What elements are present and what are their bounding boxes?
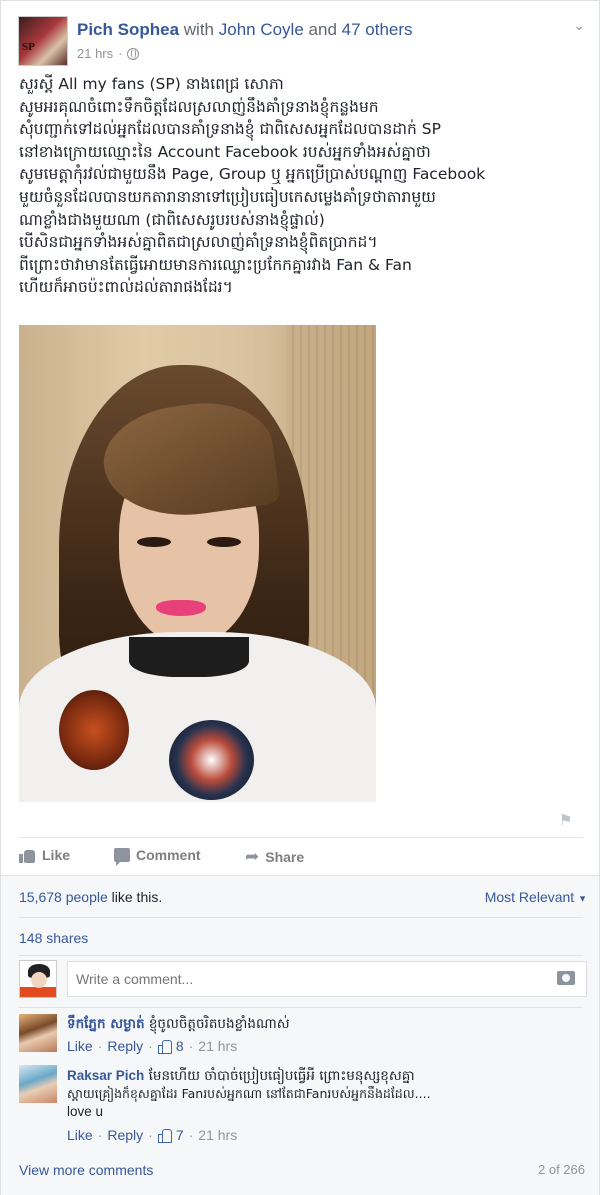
feedback-section (1, 875, 599, 1195)
comment-pager: 2 of 266 (538, 1162, 585, 1177)
chevron-down-icon[interactable]: ⌄ (573, 17, 585, 34)
post-card: SP Pich Sophea with John Coyle and 47 ot… (0, 0, 600, 1195)
comment-meta: Like · Reply · 7 · 21 hrs (67, 1127, 238, 1143)
author-avatar[interactable]: SP (18, 16, 68, 66)
likes-suffix: like this. (107, 889, 163, 905)
avatar-initials: SP (22, 41, 35, 53)
post-text-line: នៅខាងក្រោយឈ្មោះនៃ Account Facebook របស់អ… (19, 142, 431, 161)
camera-icon[interactable] (557, 971, 575, 985)
post-header: Pich Sophea with John Coyle and 47 other… (77, 20, 413, 40)
others-link[interactable]: 47 others (342, 20, 413, 39)
comment-text: ស្តាយគ្រៀងក៏ខុសគ្នាដែរ Fanរបស់អ្នកណា នៅត… (67, 1086, 431, 1101)
comment-icon (114, 848, 130, 866)
flag-icon[interactable]: ⚑ (559, 811, 575, 829)
tagged-user-link[interactable]: John Coyle (219, 20, 304, 39)
divider (19, 955, 583, 956)
commenter-avatar[interactable] (19, 1065, 57, 1103)
post-text-line: ពីព្រោះថាវាមានតែធ្វើអោយមានការឈ្លោះប្រកែក… (19, 255, 412, 274)
and-word: and (308, 20, 337, 39)
comment-label: Comment (136, 847, 201, 863)
post-text-line: ណាខ្លាំងជាងមួយណា (ជាពិសេសរូបរបស់នាងខ្ញុំ… (19, 210, 325, 229)
comment-like-count[interactable]: 7 (176, 1127, 184, 1143)
sort-dropdown[interactable]: Most Relevant ▼ (485, 889, 587, 905)
comment-reply-link[interactable]: Reply (107, 1038, 143, 1054)
comment-input[interactable] (67, 961, 587, 997)
comment-like-count[interactable]: 8 (176, 1038, 184, 1054)
divider (19, 837, 583, 838)
post-photo[interactable] (19, 325, 376, 802)
commenter-name-link[interactable]: ទឹកភ្នែក សម្ងាត់ (67, 1016, 145, 1032)
shares-link[interactable]: 148 shares (19, 930, 88, 946)
post-text-line: សូមអរគុណចំពោះទឹកចិត្តដែលស្រលាញ់នឹងគាំទ្រ… (19, 97, 379, 116)
comment-like-link[interactable]: Like (67, 1038, 93, 1054)
share-label: Share (265, 849, 305, 865)
author-name-link[interactable]: Pich Sophea (77, 20, 179, 39)
likes-summary: 15,678 people like this. (19, 889, 162, 905)
comment-timestamp[interactable]: 21 hrs (198, 1127, 237, 1143)
comment-text: ខ្ញុំចូលចិត្តចរិតបងខ្លាំងណាស់ (144, 1016, 290, 1032)
post-text-line: មួយចំនួនដែលបានយកតារានានាទៅប្រៀបធៀបកេសម្ល… (19, 187, 436, 206)
post-text-line: ហើយក៏អាចប៉ះពាល់ដល់តារាផងដែរ។ (19, 278, 233, 297)
view-more-comments-link[interactable]: View more comments (19, 1162, 153, 1178)
globe-icon[interactable] (127, 47, 140, 60)
post-timestamp[interactable]: 21 hrs (77, 46, 113, 61)
comment-reply-link[interactable]: Reply (107, 1127, 143, 1143)
post-text-line: សុំបញ្ជាក់ទៅដល់អ្នកដែលបានគាំទ្រនាងខ្ញុំ … (19, 120, 441, 139)
post-body: សួរស្តី All my fans (SP) នាងពេជ្រ សោភា ស… (19, 73, 589, 299)
divider (19, 917, 583, 918)
commenter-avatar[interactable] (19, 1014, 57, 1052)
thumbs-up-icon (157, 1040, 172, 1054)
with-word: with (183, 20, 214, 39)
sort-label: Most Relevant (484, 889, 575, 905)
current-user-avatar[interactable] (19, 960, 57, 998)
divider (19, 1007, 583, 1008)
comment-text: love u (67, 1104, 104, 1119)
commenter-name-link[interactable]: Raksar Pich (67, 1068, 144, 1083)
post-text-line: បើសិនជាអ្នកទាំងអស់គ្នាពិតជាស្រលាញ់គាំទ្រ… (19, 233, 378, 252)
like-label: Like (42, 847, 71, 863)
share-arrow-icon: ➦ (245, 847, 260, 866)
comment-body: ទឹកភ្នែក សម្ងាត់ ខ្ញុំចូលចិត្តចរិតបងខ្លា… (67, 1015, 582, 1033)
post-meta: 21 hrs · (77, 46, 140, 61)
like-button[interactable]: Like (19, 847, 70, 863)
share-button[interactable]: ➦ Share (245, 847, 304, 867)
thumbs-up-icon (157, 1129, 172, 1143)
likes-count-link[interactable]: 15,678 people (19, 889, 108, 905)
comment-timestamp[interactable]: 21 hrs (198, 1038, 237, 1054)
comment-like-link[interactable]: Like (67, 1127, 93, 1143)
caret-down-icon: ▼ (578, 893, 587, 904)
comment-text: មែនហើយ ចាំបាច់ប្រៀបធៀបធ្វើអី ព្រោះមនុស្ស… (144, 1068, 415, 1084)
comment-meta: Like · Reply · 8 · 21 hrs (67, 1038, 238, 1054)
comment-body: Raksar Pich មែនហើយ ចាំបាច់ប្រៀបធៀបធ្វើអី… (67, 1067, 582, 1121)
thumbs-up-icon (19, 848, 36, 863)
post-text-line: សួរស្តី All my fans (SP) នាងពេជ្រ សោភា (19, 75, 284, 93)
comment-button[interactable]: Comment (114, 847, 201, 866)
post-text-line: សូមមេត្តាកុំរវល់ជាមួយនឹង Page, Group ឬ អ… (19, 165, 486, 184)
